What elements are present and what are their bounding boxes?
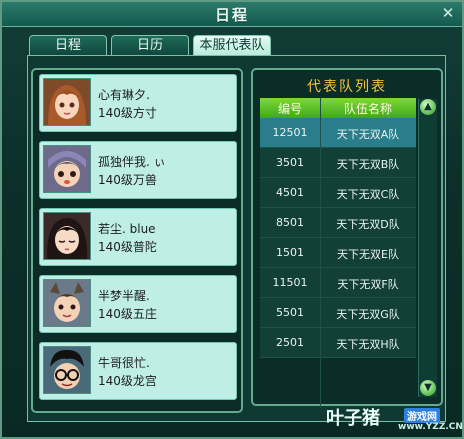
watermark-logo: 叶子猪 游戏网 www.YZZ.CN	[326, 404, 463, 434]
column-header-team: 队伍名称	[343, 102, 392, 116]
avatar	[43, 279, 91, 327]
team-list-heading: 代表队列表	[307, 79, 387, 95]
member-info: 140级龙宫	[98, 374, 157, 388]
member-name: 若尘. blue	[98, 222, 156, 236]
member-info: 140级普陀	[98, 240, 157, 254]
tab-schedule[interactable]: 日程	[29, 35, 107, 55]
member-name: 孤独伴我. ぃ	[98, 155, 166, 169]
column-divider	[320, 98, 321, 408]
window-title: 日程	[214, 6, 249, 24]
column-header-number: 编号	[277, 102, 302, 116]
table-row[interactable]: 3501 天下无双B队	[260, 148, 416, 178]
member-card[interactable]: 若尘. blue 140级普陀	[39, 208, 237, 266]
tab-calendar[interactable]: 日历	[111, 35, 189, 55]
team-name: 天下无双A队	[336, 128, 400, 141]
member-name: 心有琳夕.	[98, 88, 150, 102]
table-row[interactable]: 4501 天下无双C队	[260, 178, 416, 208]
team-name: 天下无双C队	[336, 188, 400, 201]
member-card[interactable]: 半梦半醒. 140级五庄	[39, 275, 237, 333]
table-row[interactable]: 5501 天下无双G队	[260, 298, 416, 328]
team-name: 天下无双B队	[336, 158, 400, 171]
scrollbar[interactable]: ▲ ▼	[418, 99, 437, 397]
team-number: 11501	[272, 276, 308, 289]
member-name: 半梦半醒.	[98, 289, 150, 303]
avatar	[43, 212, 91, 260]
team-name: 天下无双D队	[336, 218, 400, 231]
member-name: 牛哥很忙.	[98, 356, 150, 370]
table-row[interactable]: 1501 天下无双E队	[260, 238, 416, 268]
member-panel: 心有琳夕. 140级方寸 孤独伴我. ぃ 140级万兽 若尘. blue 140…	[31, 68, 243, 413]
table-row[interactable]: 8501 天下无双D队	[260, 208, 416, 238]
team-list-panel: 代表队列表 编号 队伍名称 12501 天下无双A队 3501 天下无双B队 4…	[251, 68, 443, 408]
team-table-header: 编号 队伍名称	[260, 98, 416, 118]
team-number: 8501	[276, 216, 304, 229]
team-number: 3501	[276, 156, 304, 169]
team-name: 天下无双F队	[337, 278, 399, 291]
close-icon[interactable]: ✕	[440, 5, 456, 21]
member-info: 140级万兽	[98, 173, 157, 187]
member-info: 140级五庄	[98, 307, 157, 321]
team-number: 2501	[276, 336, 304, 349]
team-name: 天下无双H队	[336, 338, 400, 351]
team-number: 1501	[276, 246, 304, 259]
tab-server-team[interactable]: 本服代表队	[193, 35, 271, 55]
watermark-url: www.YZZ.CN	[398, 422, 463, 432]
member-card[interactable]: 牛哥很忙. 140级龙宫	[39, 342, 237, 400]
table-row[interactable]: 2501 天下无双H队	[260, 328, 416, 358]
member-info: 140级方寸	[98, 106, 157, 120]
member-card[interactable]: 孤独伴我. ぃ 140级万兽	[39, 141, 237, 199]
table-row[interactable]: 11501 天下无双F队	[260, 268, 416, 298]
team-number: 12501	[272, 126, 308, 139]
scroll-down-icon[interactable]: ▼	[420, 380, 436, 396]
team-number: 4501	[276, 186, 304, 199]
avatar	[43, 346, 91, 394]
schedule-window: 日程 ✕ 日程 日历 本服代表队 心有琳夕. 140级方寸 孤独伴我. ぃ 14…	[0, 0, 464, 439]
table-row[interactable]: 12501 天下无双A队	[260, 118, 416, 148]
avatar	[43, 145, 91, 193]
watermark-text: 叶子猪	[326, 408, 380, 429]
scroll-up-icon[interactable]: ▲	[420, 99, 436, 115]
avatar	[43, 78, 91, 126]
member-card[interactable]: 心有琳夕. 140级方寸	[39, 74, 237, 132]
watermark-badge: 游戏网	[404, 408, 440, 423]
title-bar: 日程 ✕	[2, 2, 462, 27]
team-name: 天下无双G队	[336, 308, 400, 321]
team-number: 5501	[276, 306, 304, 319]
team-name: 天下无双E队	[337, 248, 399, 261]
